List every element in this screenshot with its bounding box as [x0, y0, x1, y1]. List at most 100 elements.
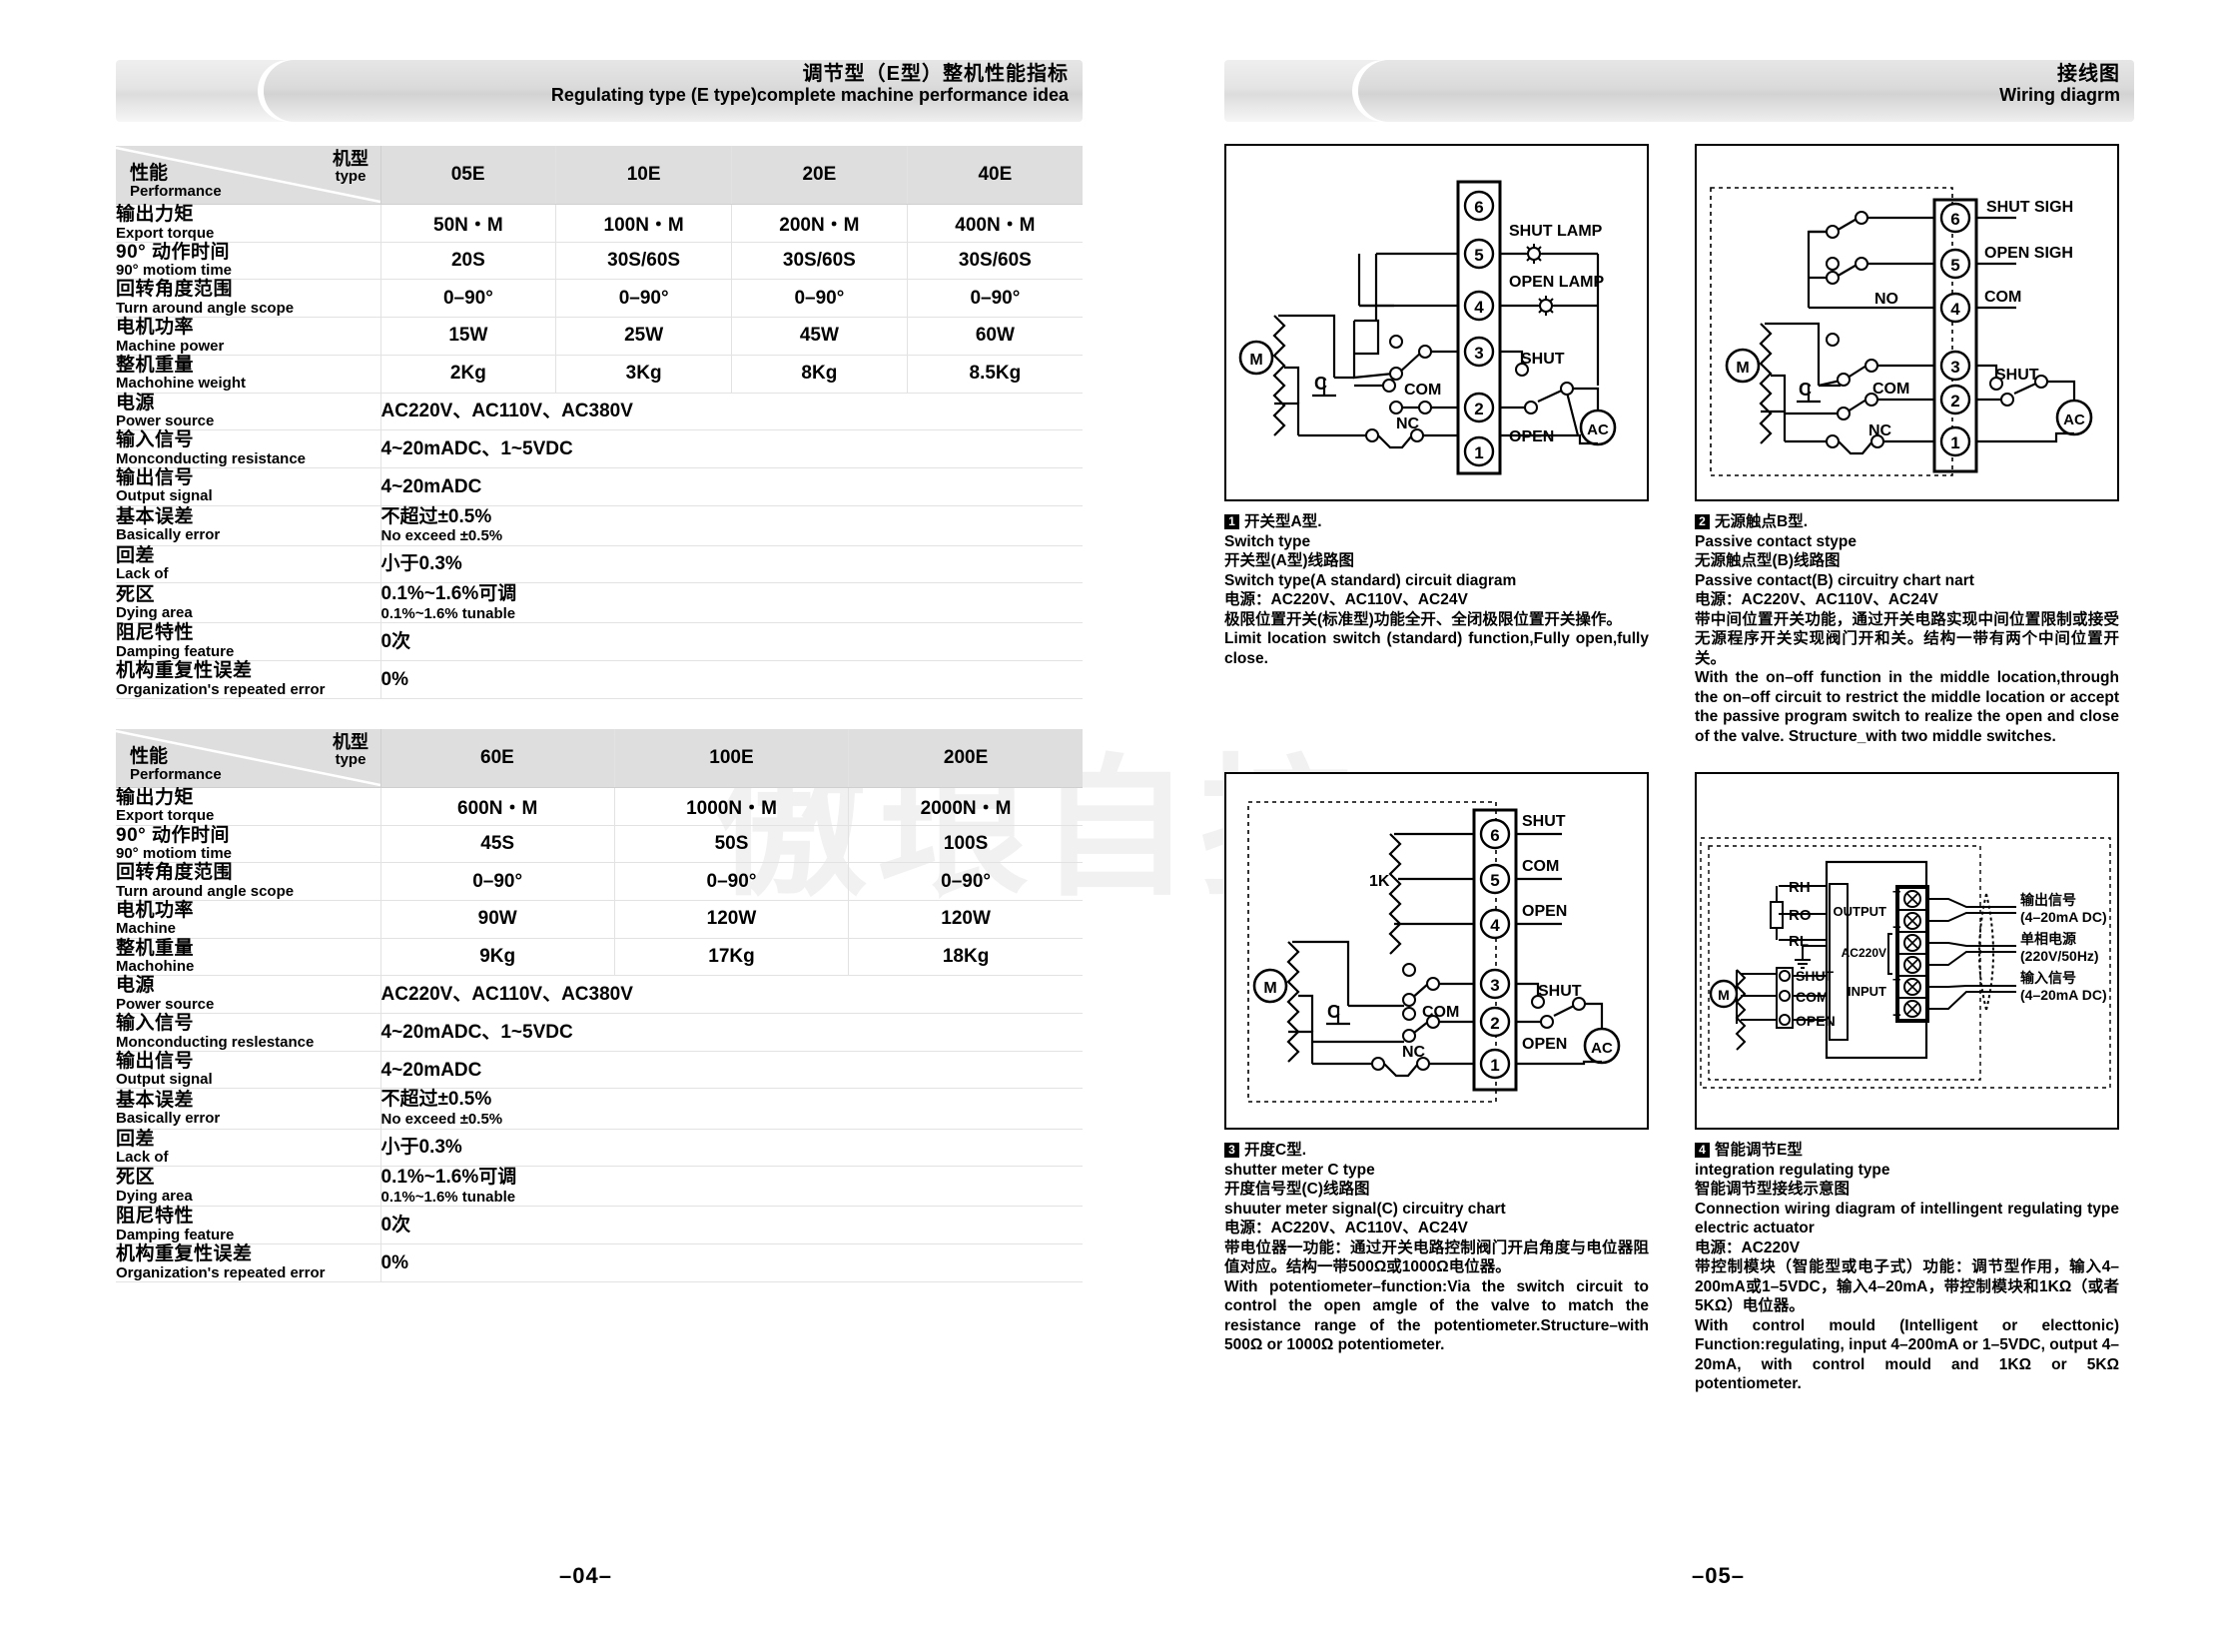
left-page: 傲琅自控 调节型（E型）整机性能指标 Regulating type (E ty… [0, 0, 1352, 1652]
table-row: 回差 Lack of 小于0.3% [116, 1129, 1083, 1168]
table-cell: 100S [848, 825, 1083, 864]
row-label-cn: 回转角度范围 [116, 862, 234, 884]
table-cell: 100N・M [555, 204, 732, 243]
corner-type-en: type [335, 750, 367, 768]
diagram-cell-3: 65 43 21 M AC SHUT COM OPEN 1K SHUT OPEN… [1224, 772, 1649, 1394]
label-shut: SHUT [1521, 351, 1565, 368]
row-label: 电机功率 Machine power [116, 317, 381, 356]
diagram-row-2: 65 43 21 M AC SHUT COM OPEN 1K SHUT OPEN… [1224, 772, 2119, 1394]
table-row: 阻尼特性 Damping feature 0次 [116, 623, 1083, 662]
row-label-cn: 90° 动作时间 [116, 824, 231, 846]
label-open: OPEN [1509, 428, 1554, 445]
cap2-l6: With the on–off function in the middle l… [1695, 669, 2119, 745]
cap2-l5: 带中间位置开关功能，通过开关电路实现中间位置限制或接受无源程序开关实现阀门开和关… [1695, 610, 2119, 667]
svg-text:3: 3 [1490, 976, 1499, 995]
diagram-4-box: RH RO RL SHUT COM OPEN OUTPUT AC220V INP… [1695, 772, 2119, 1131]
label-com2: COM [1872, 381, 1909, 398]
table-row: 整机重量 Machohine 9Kg 17Kg 18Kg [116, 938, 1083, 977]
label-open-sigh: OPEN SIGH [1984, 245, 2073, 262]
table-cell: 1000N・M [614, 787, 850, 826]
table-row: 输出信号 Output signal 4~20mADC [116, 1051, 1083, 1090]
cell-value: 小于0.3% [380, 553, 462, 575]
svg-text:AC: AC [2063, 412, 2085, 428]
cap1-l1: Switch type [1224, 532, 1311, 550]
column-header-05e: 05E [380, 146, 557, 205]
row-label-en: Damping feature [116, 1226, 235, 1243]
row-label: 90° 动作时间 90° motiom time [116, 824, 381, 864]
row-label: 机构重复性误差 Organization's repeated error [116, 661, 381, 699]
diagram-2-svg: 6 5 4 3 2 1 M AC SHUT SIGH OPEN SIGH COM NO… [1710, 187, 2093, 476]
table-cell: 18Kg [848, 938, 1083, 977]
table-cell: 45W [731, 317, 908, 356]
table-corner-cell: 机型 type 性能 Performance [116, 728, 381, 788]
row-label: 输入信号 Monconducting resistance [116, 430, 381, 468]
cell-value: 4~20mADC [380, 475, 482, 497]
svg-text:M: M [1718, 987, 1730, 1003]
table-row: 电源 Power source AC220V、AC110V、AC380V [116, 393, 1083, 431]
row-label-cn: 整机重量 [116, 354, 195, 376]
table-row: 回转角度范围 Turn around angle scope 0–90° 0–90° 0… [116, 863, 1083, 901]
row-label-cn: 电机功率 [116, 899, 195, 921]
cap4-l5: 带控制模块（智能型或电子式）功能：调节型作用，输入4–200mA或1–5VDC，… [1695, 1258, 2119, 1315]
svg-text:3: 3 [1950, 358, 1959, 377]
svg-text:1: 1 [1490, 1056, 1499, 1075]
banner-title-cn-right: 接线图 [2057, 63, 2120, 85]
label-shut-top: SHUT [1522, 813, 1566, 830]
label-shut4: SHUT [1796, 968, 1835, 984]
table-row: 回差 Lack of 小于0.3% [116, 545, 1083, 584]
table-cell: 0–90° [380, 862, 615, 901]
row-label: 电源 Power source [116, 393, 381, 431]
table-cell-wide: 0.1%~1.6%可调 0.1%~1.6% tunable [380, 582, 1083, 624]
table-cell: 30S/60S [555, 242, 732, 281]
svg-text:+: + [1892, 919, 1901, 936]
cap3-l1: shutter meter C type [1224, 1161, 1375, 1179]
table-cell-wide: 4~20mADC [380, 1051, 1083, 1090]
table-cell: 3Kg [555, 355, 732, 394]
table-cell: 30S/60S [731, 242, 908, 281]
cell-value: AC220V、AC110V、AC380V [380, 984, 633, 1006]
row-label: 机构重复性误差 Organization's repeated error [116, 1243, 381, 1282]
row-label-cn: 输出力矩 [116, 786, 195, 808]
row-label-cn: 电机功率 [116, 317, 195, 339]
table-row: 阻尼特性 Damping feature 0次 [116, 1207, 1083, 1245]
row-label-en: Export torque [116, 224, 215, 242]
row-label: 回转角度范围 Turn around angle scope [116, 862, 381, 901]
cap2-l0: 无源触点B型. [1715, 513, 1809, 530]
table-cell-wide: 0.1%~1.6%可调 0.1%~1.6% tunable [380, 1166, 1083, 1208]
row-label: 基本误差 Basically error [116, 505, 381, 546]
cell-subvalue: No exceed ±0.5% [380, 1110, 503, 1128]
table-cell: 2Kg [380, 355, 557, 394]
banner-title-en-right: Wiring diagrm [1999, 85, 2120, 106]
label-pwr-en: (220V/50Hz) [2020, 948, 2099, 964]
spec-table-2: 机型 type 性能 Performance 60E 100E 200E 输出力矩 Expor… [116, 728, 1083, 1282]
cell-value: 小于0.3% [380, 1137, 462, 1159]
wiring-diagrams: 6 5 4 3 2 1 M AC SHUT LAMP OPEN LAMP SHU… [1224, 144, 2119, 1394]
table-row: 输入信号 Monconducting reslestance 4~20mADC、1~… [116, 1014, 1083, 1052]
cell-subvalue: No exceed ±0.5% [380, 526, 503, 544]
table-cell: 25W [555, 317, 732, 356]
row-label-en: Damping feature [116, 642, 235, 660]
label-out-cn: 输出信号 [2020, 892, 2076, 908]
terminal-6: 6 [1474, 198, 1483, 217]
cap1-l6: Limit location switch (standard) functio… [1224, 630, 1649, 667]
terminal-3: 3 [1474, 344, 1483, 363]
row-label-en: Turn around angle scope [116, 299, 295, 317]
table-cell: 15W [380, 317, 557, 356]
diagram-3-box: 65 43 21 M AC SHUT COM OPEN 1K SHUT OPEN… [1224, 772, 1649, 1131]
corner-perf-cn: 性能 [130, 746, 169, 768]
cap4-l1: integration regulating type [1695, 1161, 1890, 1179]
table-row: 电机功率 Machine power 15W 25W 45W 60W [116, 318, 1083, 356]
spec-table-1-wrap: 机型 type 性能 Performance 05E 10E 20E 40E 输出力矩 Expo… [116, 146, 1083, 699]
table-row: 回转角度范围 Turn around angle scope 0–90° 0–90° 0… [116, 280, 1083, 319]
label-c: C [1314, 374, 1327, 394]
row-label-cn: 死区 [116, 583, 156, 605]
terminal-4: 4 [1474, 298, 1484, 317]
cap4-l0: 智能调节E型 [1715, 1142, 1803, 1160]
diagram-4-number: 4 [1695, 1143, 1710, 1159]
table-cell-wide: 不超过±0.5% No exceed ±0.5% [380, 505, 1083, 546]
label-nc: NC [1396, 415, 1420, 432]
table-row: 90° 动作时间 90° motiom time 20S 30S/60S 30S/60S… [116, 242, 1083, 281]
row-label-en: 90° motiom time [116, 262, 233, 280]
table-row: 90° 动作时间 90° motiom time 45S 50S 100S [116, 824, 1083, 864]
svg-text:2: 2 [1950, 392, 1959, 411]
